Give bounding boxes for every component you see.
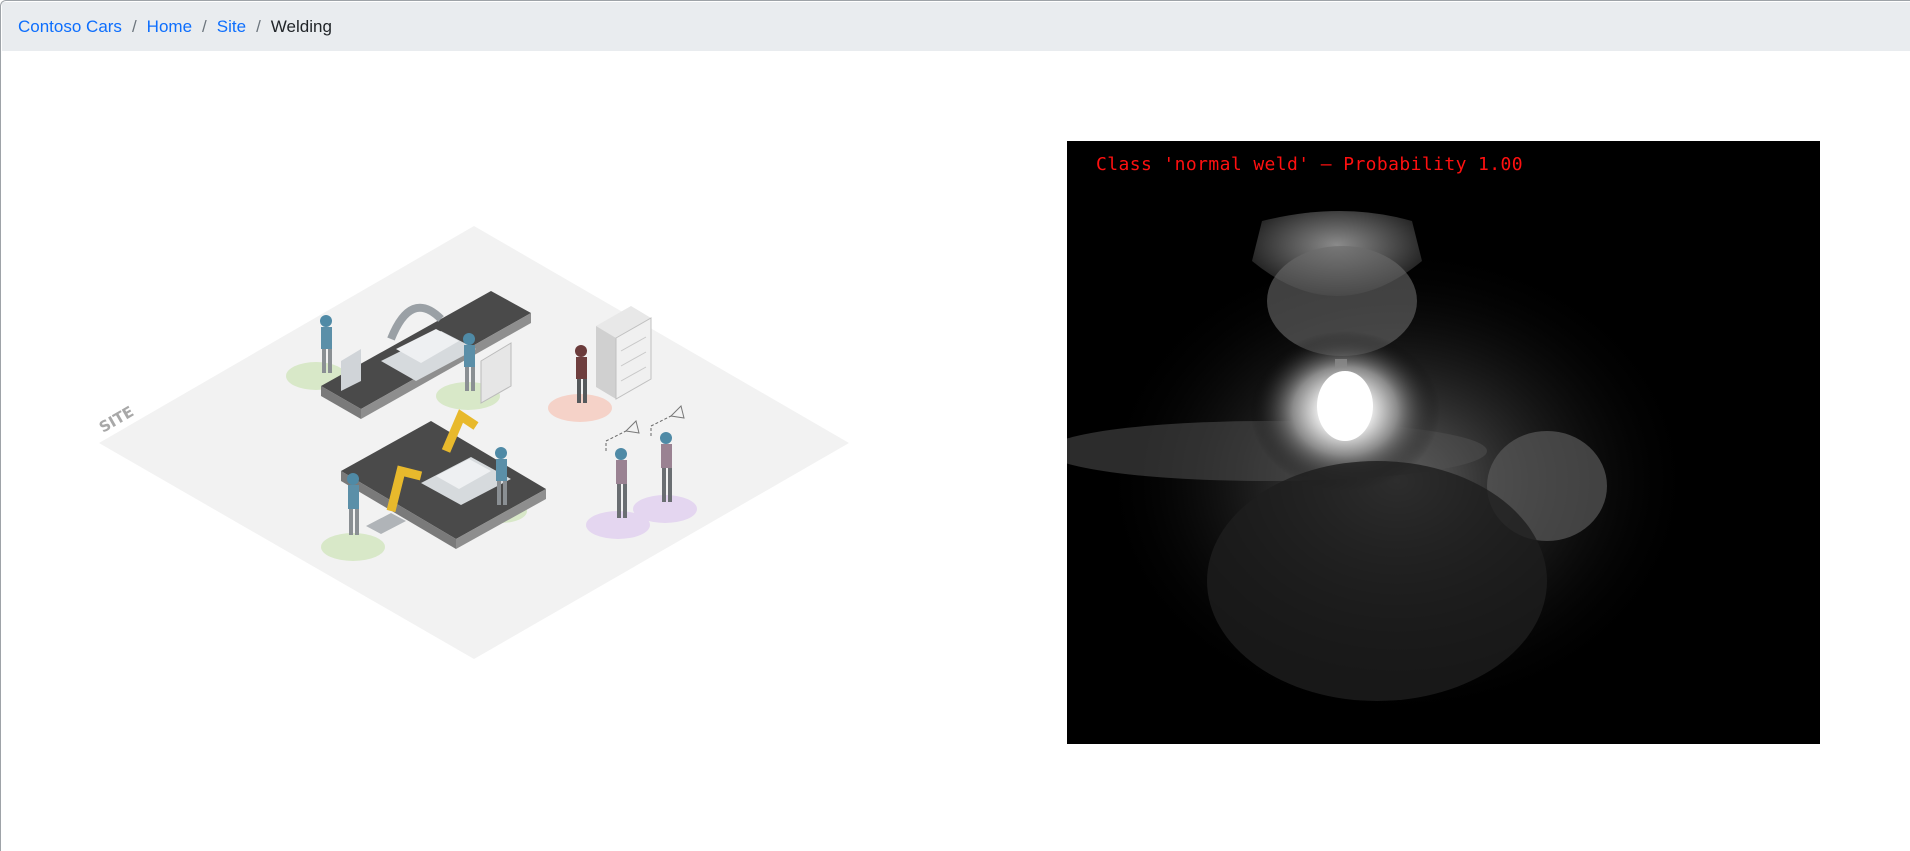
breadcrumb-separator: /: [256, 16, 261, 36]
breadcrumb-separator: /: [131, 16, 137, 36]
breadcrumb-separator: /: [202, 16, 207, 36]
breadcrumb-home[interactable]: Home: [147, 17, 192, 37]
breadcrumb-site[interactable]: Site: [217, 17, 246, 37]
breadcrumb: Contoso Cars / Home / Site / Welding: [2, 2, 1910, 51]
site-floor: [99, 226, 849, 659]
app-window: Contoso Cars / Home / Site / Welding SIT…: [0, 0, 1910, 851]
breadcrumb-welding: Welding: [270, 16, 332, 36]
prediction-label: Class 'normal weld' — Probability 1.00: [1096, 154, 1524, 175]
welding-camera-feed: Class 'normal weld' — Probability 1.00: [1067, 141, 1820, 744]
breadcrumb-contoso-cars[interactable]: Contoso Cars: [18, 17, 122, 37]
site-illustration: SITE: [91, 221, 861, 661]
